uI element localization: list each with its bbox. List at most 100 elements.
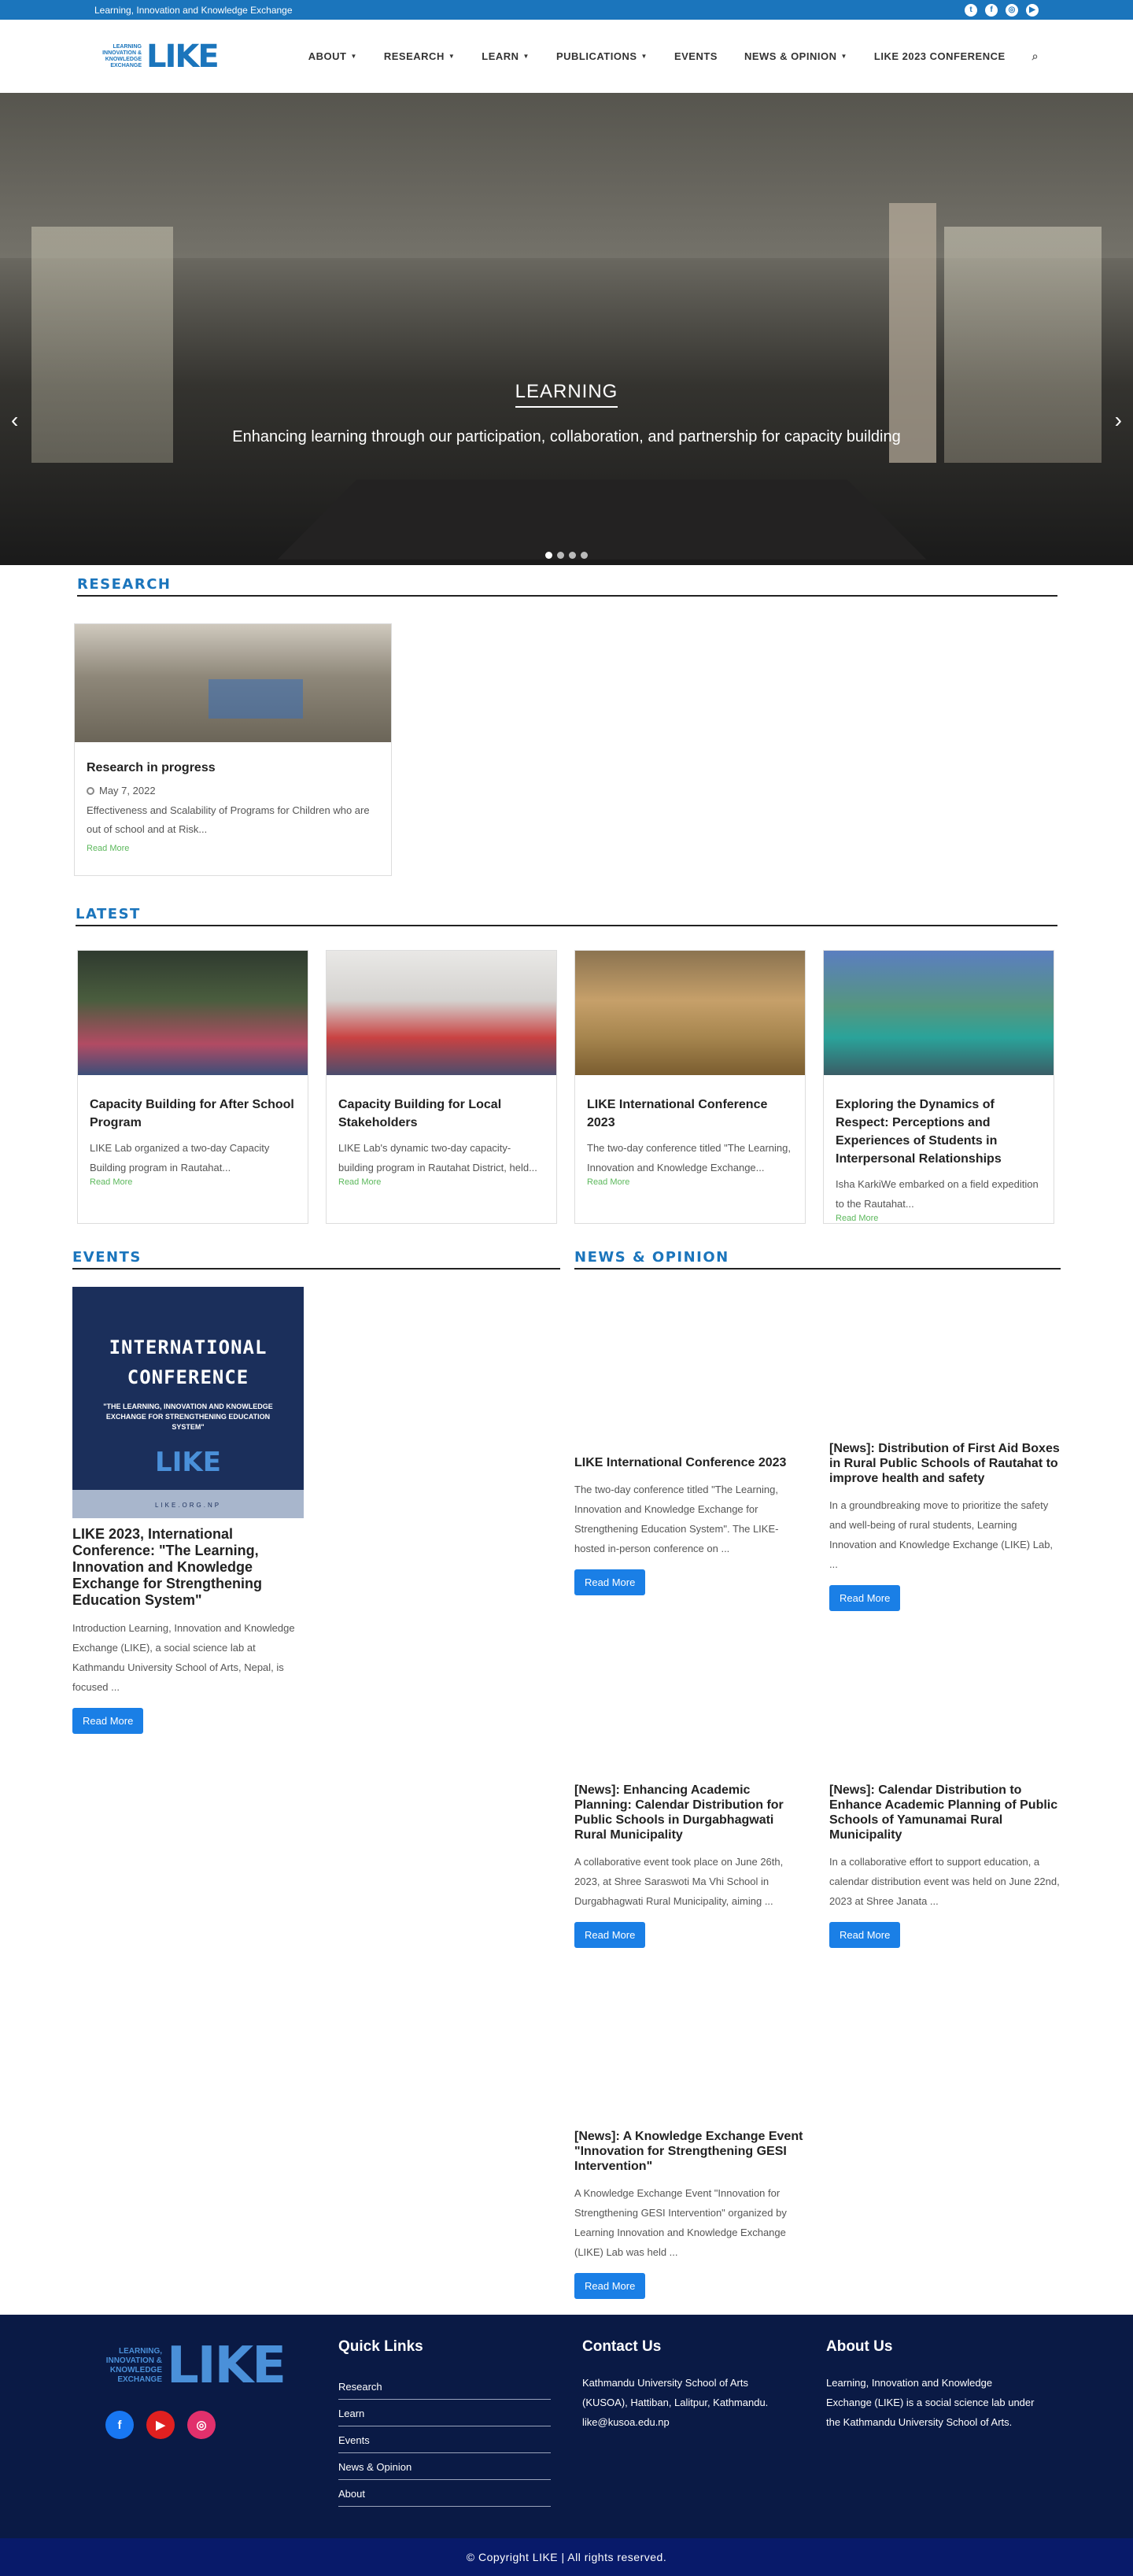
research-heading: RESEARCH	[77, 576, 1057, 597]
slider-dot[interactable]	[569, 552, 576, 559]
news-item: [News]: Distribution of First Aid Boxes …	[829, 1287, 1061, 1611]
site-header: LEARNING INNOVATION & KNOWLEDGE EXCHANGE…	[0, 20, 1133, 93]
slider-dot[interactable]	[557, 552, 564, 559]
latest-card-title[interactable]: LIKE International Conference 2023	[587, 1096, 793, 1132]
chevron-left-icon[interactable]: ‹	[11, 408, 18, 433]
nav-item-news-opinion[interactable]: NEWS & OPINION ▼	[744, 50, 847, 63]
news-item-title[interactable]: [News]: Calendar Distribution to Enhance…	[829, 1783, 1061, 1842]
news-item-excerpt: A Knowledge Exchange Event "Innovation f…	[574, 2187, 787, 2258]
nav-item-research[interactable]: RESEARCH ▼	[384, 50, 455, 63]
latest-card-excerpt: LIKE Lab organized a two-day Capacity Bu…	[90, 1142, 270, 1173]
chevron-down-icon: ▼	[522, 53, 530, 60]
research-image[interactable]	[75, 624, 391, 742]
news-item-excerpt: The two-day conference titled "The Learn…	[574, 1484, 779, 1554]
latest-card[interactable]: Exploring the Dynamics of Respect: Perce…	[823, 950, 1054, 1224]
latest-section: LATEST Capacity Building for After Schoo…	[0, 876, 1133, 1224]
latest-heading: LATEST	[76, 906, 1057, 926]
news-item-title[interactable]: [News]: A Knowledge Exchange Event "Inno…	[574, 2129, 806, 2174]
read-more-button[interactable]: Read More	[829, 1585, 901, 1611]
nav-label: LEARN	[482, 50, 519, 62]
youtube-icon[interactable]: ▶	[146, 2411, 175, 2439]
news-item-title[interactable]: [News]: Enhancing Academic Planning: Cal…	[574, 1783, 806, 1842]
quick-links-title: Quick Links	[338, 2338, 423, 2355]
events-section: EVENTS INTERNATIONAL CONFERENCE "THE LEA…	[72, 1249, 560, 2299]
slider-dot[interactable]	[545, 552, 552, 559]
instagram-icon[interactable]: ◎	[1006, 3, 1018, 17]
read-more-link[interactable]: Read More	[338, 1177, 544, 1187]
poster-title-line1: INTERNATIONAL	[109, 1336, 268, 1358]
news-item-title[interactable]: [News]: Distribution of First Aid Boxes …	[829, 1441, 1061, 1486]
news-heading: NEWS & OPINION	[574, 1249, 1061, 1270]
slider-dot[interactable]	[581, 552, 588, 559]
news-item-excerpt: A collaborative event took place on June…	[574, 1856, 784, 1907]
hero-title: LEARNING	[515, 381, 618, 408]
footer-logo[interactable]: LEARNING, INNOVATION & KNOWLEDGE EXCHANG…	[94, 2337, 307, 2395]
logo-mark: LIKE	[146, 38, 220, 75]
news-item: [News]: A Knowledge Exchange Event "Inno…	[574, 1948, 806, 2299]
about-text: Learning, Innovation and Knowledge Excha…	[826, 2377, 1035, 2428]
footer-contact: Contact Us Kathmandu University School o…	[582, 2337, 795, 2507]
read-more-button[interactable]: Read More	[829, 1922, 901, 1948]
facebook-icon[interactable]: f	[105, 2411, 134, 2439]
latest-card[interactable]: Capacity Building for After School Progr…	[77, 950, 308, 1224]
footer-link-research[interactable]: Research	[338, 2373, 551, 2400]
nav-item-publications[interactable]: PUBLICATIONS ▼	[556, 50, 648, 63]
copyright-bar: © Copyright LIKE | All rights reserved.	[0, 2538, 1133, 2576]
research-card-title[interactable]: Research in progress	[87, 761, 379, 775]
read-more-button[interactable]: Read More	[574, 2273, 646, 2299]
latest-card-image[interactable]	[824, 951, 1054, 1075]
research-image-detail	[209, 679, 303, 719]
read-more-button[interactable]: Read More	[72, 1708, 144, 1734]
read-more-link[interactable]: Read More	[90, 1177, 296, 1187]
latest-card-title[interactable]: Exploring the Dynamics of Respect: Perce…	[836, 1096, 1042, 1168]
instagram-icon[interactable]: ◎	[187, 2411, 216, 2439]
contact-text: Kathmandu University School of Arts (KUS…	[582, 2377, 769, 2428]
about-title: About Us	[826, 2338, 893, 2355]
nav-label: NEWS & OPINION	[744, 50, 837, 62]
read-more-link[interactable]: Read More	[587, 1177, 793, 1187]
footer-link-learn[interactable]: Learn	[338, 2400, 551, 2426]
research-card-body: Research in progress May 7, 2022 Effecti…	[75, 742, 391, 875]
event-poster[interactable]: INTERNATIONAL CONFERENCE "THE LEARNING, …	[72, 1287, 304, 1518]
news-item: [News]: Calendar Distribution to Enhance…	[829, 1611, 1061, 1948]
site-tagline: Learning, Innovation and Knowledge Excha…	[94, 4, 293, 16]
search-icon[interactable]: ⌕	[1032, 50, 1039, 63]
poster-logo: LIKE	[155, 1447, 221, 1478]
research-card[interactable]: Research in progress May 7, 2022 Effecti…	[74, 623, 392, 876]
footer-link-news-opinion[interactable]: News & Opinion	[338, 2453, 551, 2480]
nav-item-events[interactable]: EVENTS	[674, 50, 718, 63]
latest-card-title[interactable]: Capacity Building for After School Progr…	[90, 1096, 296, 1132]
read-more-button[interactable]: Read More	[574, 1922, 646, 1948]
footer-link-about[interactable]: About	[338, 2480, 551, 2507]
latest-grid: Capacity Building for After School Progr…	[76, 950, 1057, 1224]
site-logo[interactable]: LEARNING INNOVATION & KNOWLEDGE EXCHANGE…	[94, 38, 220, 75]
footer-link-events[interactable]: Events	[338, 2426, 551, 2453]
site-footer: LEARNING, INNOVATION & KNOWLEDGE EXCHANG…	[0, 2315, 1133, 2538]
nav-item-learn[interactable]: LEARN ▼	[482, 50, 530, 63]
research-section: RESEARCH Research in progress May 7, 202…	[0, 565, 1133, 876]
news-item-title[interactable]: LIKE International Conference 2023	[574, 1455, 806, 1470]
latest-card[interactable]: LIKE International Conference 2023 The t…	[574, 950, 806, 1224]
news-item-excerpt: In a collaborative effort to support edu…	[829, 1856, 1060, 1907]
latest-card-image[interactable]	[78, 951, 308, 1075]
event-title[interactable]: LIKE 2023, International Conference: "Th…	[72, 1526, 293, 1609]
latest-card-image[interactable]	[575, 951, 805, 1075]
read-more-button[interactable]: Read More	[574, 1569, 646, 1595]
latest-card[interactable]: Capacity Building for Local Stakeholders…	[326, 950, 557, 1224]
read-more-link[interactable]: Read More	[836, 1214, 1042, 1223]
footer-logo-mark: LIKE	[167, 2337, 286, 2395]
latest-card-title[interactable]: Capacity Building for Local Stakeholders	[338, 1096, 544, 1132]
read-more-link[interactable]: Read More	[87, 844, 379, 853]
news-item-excerpt: In a groundbreaking move to prioritize t…	[829, 1499, 1054, 1570]
nav-label: ABOUT	[308, 50, 347, 62]
latest-card-image[interactable]	[327, 951, 556, 1075]
hero-subtitle: Enhancing learning through our participa…	[232, 428, 901, 445]
footer-quick-links: Quick Links Research Learn Events News &…	[338, 2337, 551, 2507]
chevron-right-icon[interactable]: ›	[1115, 408, 1122, 433]
news-item: LIKE International Conference 2023 The t…	[574, 1287, 806, 1595]
twitter-icon[interactable]: t	[965, 3, 977, 17]
facebook-icon[interactable]: f	[985, 3, 998, 17]
youtube-icon[interactable]: ▶	[1026, 3, 1039, 17]
nav-item-conference[interactable]: LIKE 2023 CONFERENCE	[874, 50, 1006, 63]
nav-item-about[interactable]: ABOUT ▼	[308, 50, 357, 63]
